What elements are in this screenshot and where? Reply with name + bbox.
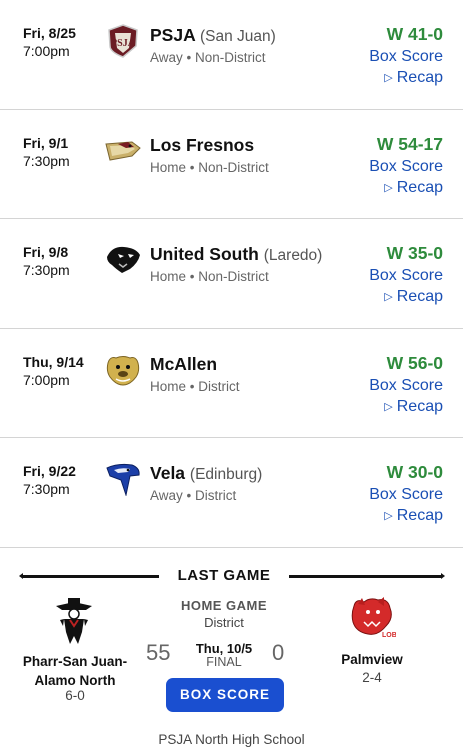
recap-label: Recap — [396, 288, 443, 305]
away-team-name[interactable]: Palmview — [312, 652, 432, 667]
opponent-name[interactable]: Los Fresnos — [150, 135, 254, 156]
opponent-name[interactable]: Vela (Edinburg) — [150, 463, 262, 484]
game-date: Fri, 8/25 — [23, 25, 76, 41]
svg-text:LOBO: LOBO — [382, 632, 396, 639]
recap-label: Recap — [396, 178, 443, 196]
game-result: W 30-0 — [386, 462, 443, 482]
away-team-record: 2-4 — [362, 670, 382, 685]
recap-label: Recap — [396, 69, 443, 86]
game-row: Fri, 8/25 7:00pm PSJA PSJA (San Juan) Aw… — [0, 0, 463, 110]
game-result: W 54-17 — [376, 133, 443, 154]
game-date: Fri, 9/8 — [23, 244, 69, 260]
recap-link[interactable]: ▷ Recap — [384, 398, 443, 416]
game-details: Away • District — [150, 488, 237, 503]
united-south-panther-icon — [104, 243, 142, 277]
vela-sabercat-icon — [104, 462, 142, 497]
opponent-name[interactable]: McAllen — [150, 354, 217, 375]
game-date: Fri, 9/22 — [23, 463, 76, 479]
box-score-link[interactable]: Box Score — [369, 377, 443, 395]
schedule-list: Fri, 8/25 7:00pm PSJA PSJA (San Juan) Aw… — [0, 0, 463, 548]
school-name: PSJA North High School — [158, 732, 305, 747]
recap-link[interactable]: ▷ Recap — [384, 288, 443, 306]
box-score-link[interactable]: Box Score — [369, 486, 443, 504]
game-row: Fri, 9/1 7:30pm Los Fresnos Home • Non-D… — [0, 110, 463, 219]
game-district: District — [204, 615, 244, 630]
recap-link[interactable]: ▷ Recap — [384, 69, 443, 87]
home-team-record: 6-0 — [65, 688, 85, 703]
game-time: 7:30pm — [23, 481, 70, 497]
game-result: W 56-0 — [386, 352, 443, 373]
opponent-city: (San Juan) — [199, 28, 276, 45]
play-icon: ▷ — [384, 510, 393, 522]
recap-link[interactable]: ▷ Recap — [384, 507, 443, 525]
game-row: Fri, 9/22 7:30pm Vela (Edinburg) Away • … — [0, 438, 463, 548]
game-row: Thu, 9/14 7:00pm McAllen Home • District… — [0, 329, 463, 438]
game-row: Fri, 9/8 7:30pm United South (Laredo) Ho… — [0, 219, 463, 329]
recap-label: Recap — [396, 507, 443, 524]
recap-link[interactable]: ▷ Recap — [384, 179, 443, 197]
recap-label: Recap — [396, 397, 443, 415]
box-score-link[interactable]: Box Score — [369, 48, 443, 66]
opponent-label: McAllen — [150, 353, 218, 374]
home-team-name[interactable]: Pharr-San Juan-Alamo North — [15, 652, 135, 690]
last-game-title: LAST GAME — [177, 567, 271, 584]
divider-left — [19, 573, 159, 579]
game-time: 7:00pm — [23, 43, 70, 59]
opponent-city: (Edinburg) — [189, 466, 263, 483]
opponent-name[interactable]: PSJA (San Juan) — [150, 25, 276, 46]
game-details: Home • District — [150, 378, 240, 394]
game-type: HOME GAME — [180, 598, 268, 613]
game-time: 7:00pm — [23, 371, 70, 388]
opponent-label: Los Fresnos — [150, 134, 255, 155]
opponent-label: PSJA — [150, 25, 196, 45]
game-details: Home • Non-District — [150, 159, 269, 175]
mcallen-bulldog-icon — [104, 353, 142, 387]
play-icon: ▷ — [384, 291, 393, 303]
psja-bearkat-icon: PSJA — [104, 24, 142, 58]
game-date: Thu, 10/5 — [195, 641, 253, 656]
box-score-button[interactable]: BOX SCORE — [166, 678, 284, 712]
game-result: W 35-0 — [386, 243, 443, 263]
game-time: 7:30pm — [23, 262, 70, 278]
game-status: FINAL — [206, 655, 242, 669]
game-details: Away • Non-District — [150, 50, 266, 65]
divider-right — [289, 573, 445, 579]
game-date: Thu, 9/14 — [23, 353, 84, 370]
opponent-city: (Laredo) — [263, 247, 323, 264]
box-score-link[interactable]: Box Score — [369, 158, 443, 176]
game-details: Home • Non-District — [150, 269, 269, 284]
opponent-label: Vela — [150, 463, 186, 483]
game-date: Fri, 9/1 — [23, 134, 69, 151]
play-icon: ▷ — [384, 400, 393, 413]
play-icon: ▷ — [384, 72, 393, 84]
palmview-lobo-icon[interactable]: LOBO — [348, 596, 403, 640]
box-score-link[interactable]: Box Score — [369, 267, 443, 285]
opponent-label: United South — [150, 244, 259, 264]
psja-north-raider-icon[interactable] — [48, 596, 100, 646]
play-icon: ▷ — [384, 181, 393, 194]
home-score: 55 — [146, 640, 171, 665]
game-result: W 41-0 — [386, 24, 443, 44]
los-fresnos-falcon-icon — [104, 134, 142, 168]
svg-text:PSJA: PSJA — [111, 38, 136, 49]
game-time: 7:30pm — [23, 152, 70, 169]
last-game-section: LAST GAME Pharr-San Juan-Alamo North 6-0… — [0, 548, 463, 750]
away-score: 0 — [272, 640, 285, 665]
opponent-name[interactable]: United South (Laredo) — [150, 244, 322, 265]
